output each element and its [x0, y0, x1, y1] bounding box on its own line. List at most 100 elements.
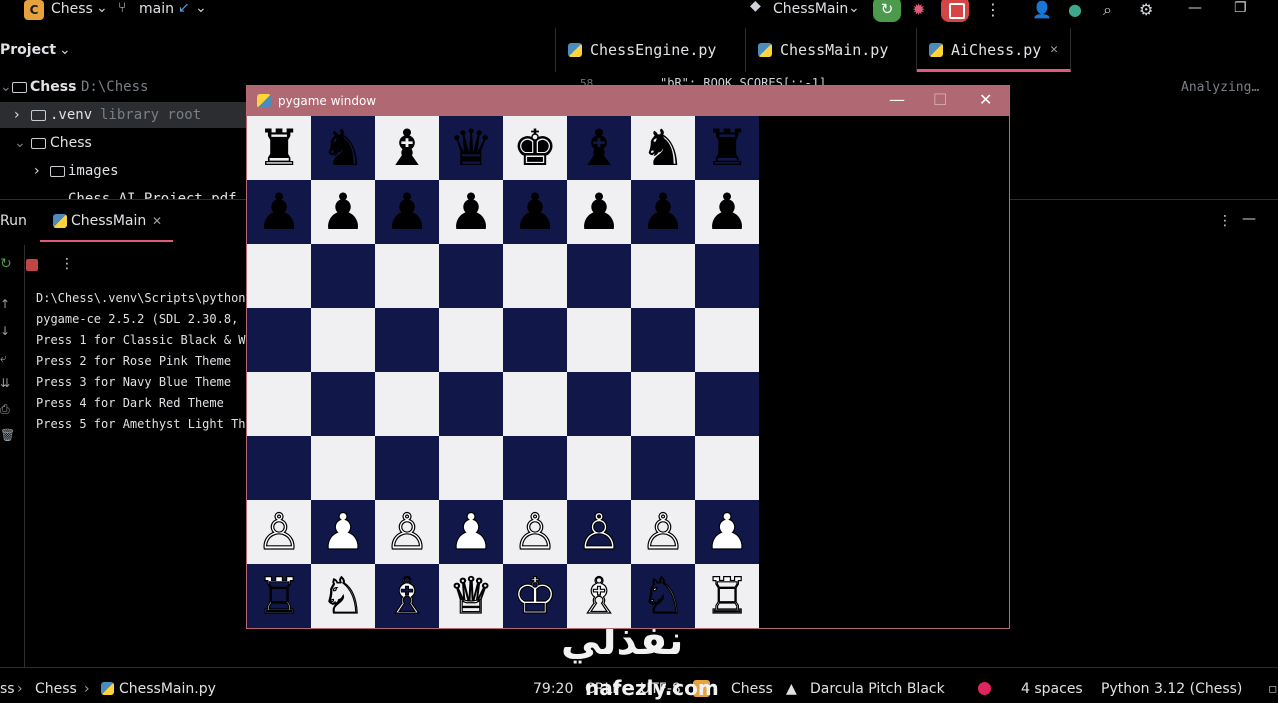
board-square[interactable]	[567, 436, 631, 500]
board-square[interactable]	[631, 372, 695, 436]
chess-piece[interactable]: ♟	[257, 183, 302, 241]
board-square[interactable]	[631, 308, 695, 372]
chess-piece[interactable]: ♟	[321, 183, 366, 241]
board-square[interactable]	[247, 436, 311, 500]
chess-piece[interactable]: ♙	[640, 502, 686, 561]
more-icon[interactable]: ⋮	[60, 256, 74, 272]
chess-piece[interactable]: ♟	[449, 183, 494, 241]
board-square[interactable]	[695, 244, 759, 308]
caret-position[interactable]: 79:20	[533, 681, 573, 697]
board-square[interactable]	[631, 244, 695, 308]
notification-dot[interactable]	[978, 682, 991, 695]
rerun-icon[interactable]: ↻	[0, 256, 12, 272]
board-square[interactable]: ♟	[695, 500, 759, 564]
breadcrumb-project[interactable]: Chess	[35, 681, 77, 697]
board-square[interactable]	[503, 244, 567, 308]
tab-chess-engine[interactable]: ChessEngine.py	[556, 28, 746, 72]
board-square[interactable]: ♟	[503, 180, 567, 244]
chevron-down-icon[interactable]: ⌄	[96, 0, 108, 16]
board-square[interactable]: ♙	[631, 500, 695, 564]
add-user-icon[interactable]: 👤	[1032, 0, 1052, 19]
chevron-down-icon[interactable]: ⌄	[0, 74, 12, 100]
minimize-icon[interactable]: —	[889, 90, 905, 109]
board-square[interactable]: ♟	[695, 180, 759, 244]
board-square[interactable]: ♟	[567, 180, 631, 244]
board-square[interactable]: ♟	[631, 180, 695, 244]
board-square[interactable]	[439, 308, 503, 372]
run-config-selector[interactable]: ChessMain	[773, 1, 848, 17]
board-square[interactable]	[503, 436, 567, 500]
board-square[interactable]: ♕	[439, 564, 503, 628]
chess-piece[interactable]: ♙	[576, 502, 622, 561]
board-square[interactable]: ♜	[695, 116, 759, 180]
board-square[interactable]: ♜	[247, 116, 311, 180]
board-square[interactable]	[311, 372, 375, 436]
assistant-icon[interactable]: ●	[1068, 0, 1082, 19]
chess-board[interactable]: ♜ ♞ ♝ ♛ ♚ ♝ ♞ ♜ ♟ ♟ ♟ ♟ ♟ ♟ ♟ ♟ ♙ ♟ ♙ ♟ ♙ ♙ ♙ ♟ ♖ ♘ ♗ ♕ ♔ ♗ ♘ ♖	[247, 116, 759, 628]
chess-piece[interactable]: ♞	[641, 119, 686, 177]
chess-piece[interactable]: ♝	[385, 119, 430, 177]
board-square[interactable]	[439, 436, 503, 500]
branch-name[interactable]: main	[139, 1, 174, 17]
chess-piece[interactable]: ♗	[384, 566, 430, 625]
chevron-down-icon[interactable]: ⌄	[848, 0, 860, 16]
board-square[interactable]	[311, 436, 375, 500]
chess-piece[interactable]: ♟	[641, 183, 686, 241]
board-square[interactable]	[375, 372, 439, 436]
chess-piece[interactable]: ♞	[321, 119, 366, 177]
scroll-down-icon[interactable]: ↓	[0, 324, 10, 338]
board-square[interactable]	[375, 244, 439, 308]
board-square[interactable]: ♟	[247, 180, 311, 244]
board-square[interactable]: ♟	[311, 180, 375, 244]
board-square[interactable]	[695, 308, 759, 372]
project-name[interactable]: Chess	[51, 1, 93, 17]
chess-piece[interactable]: ♜	[257, 119, 302, 177]
board-square[interactable]: ♝	[567, 116, 631, 180]
board-square[interactable]	[567, 244, 631, 308]
board-square[interactable]: ♙	[567, 500, 631, 564]
close-icon[interactable]: ✕	[1050, 28, 1058, 72]
board-square[interactable]	[503, 372, 567, 436]
board-square[interactable]	[375, 436, 439, 500]
chess-piece[interactable]: ♟	[448, 502, 494, 561]
chess-piece[interactable]: ♙	[256, 502, 302, 561]
chess-piece[interactable]: ♜	[705, 119, 750, 177]
stop-button[interactable]	[941, 0, 969, 22]
board-square[interactable]: ♚	[503, 116, 567, 180]
search-icon[interactable]: ⌕	[1103, 0, 1112, 20]
restore-icon[interactable]: ❐	[1234, 0, 1247, 16]
board-square[interactable]: ♝	[375, 116, 439, 180]
chess-piece[interactable]: ♕	[448, 566, 494, 625]
board-square[interactable]: ♙	[375, 500, 439, 564]
board-square[interactable]: ♛	[439, 116, 503, 180]
indent-setting[interactable]: 4 spaces	[1021, 681, 1083, 697]
breadcrumb-file[interactable]: ChessMain.py	[119, 681, 216, 697]
print-icon[interactable]: ⎙	[0, 402, 10, 417]
board-square[interactable]: ♟	[439, 180, 503, 244]
board-square[interactable]: ♟	[311, 500, 375, 564]
board-square[interactable]: ♘	[631, 564, 695, 628]
board-square[interactable]	[439, 244, 503, 308]
board-square[interactable]	[247, 372, 311, 436]
chess-piece[interactable]: ♙	[384, 502, 430, 561]
board-square[interactable]: ♞	[631, 116, 695, 180]
debug-icon[interactable]: ✹	[912, 0, 925, 19]
chevron-right-icon[interactable]: ›	[14, 102, 20, 128]
chess-piece[interactable]: ♟	[704, 502, 750, 561]
theme-name[interactable]: Darcula Pitch Black	[810, 681, 945, 697]
more-icon[interactable]: ⋮	[985, 0, 1001, 19]
chess-piece[interactable]: ♟	[577, 183, 622, 241]
minimize-icon[interactable]: —	[1188, 0, 1202, 16]
chess-piece[interactable]: ♘	[640, 566, 686, 625]
close-icon[interactable]: ✕	[152, 214, 162, 228]
scroll-to-end-icon[interactable]: ⇊	[0, 376, 10, 390]
chess-piece[interactable]: ♗	[576, 566, 622, 625]
board-square[interactable]: ♗	[375, 564, 439, 628]
stop-icon[interactable]	[26, 259, 38, 271]
run-tab-chessmain[interactable]: ChessMain ✕	[40, 200, 173, 242]
board-square[interactable]: ♖	[695, 564, 759, 628]
close-icon[interactable]: ✕	[979, 90, 992, 109]
board-square[interactable]: ♗	[567, 564, 631, 628]
board-square[interactable]	[567, 372, 631, 436]
scroll-up-icon[interactable]: ↑	[0, 297, 10, 311]
